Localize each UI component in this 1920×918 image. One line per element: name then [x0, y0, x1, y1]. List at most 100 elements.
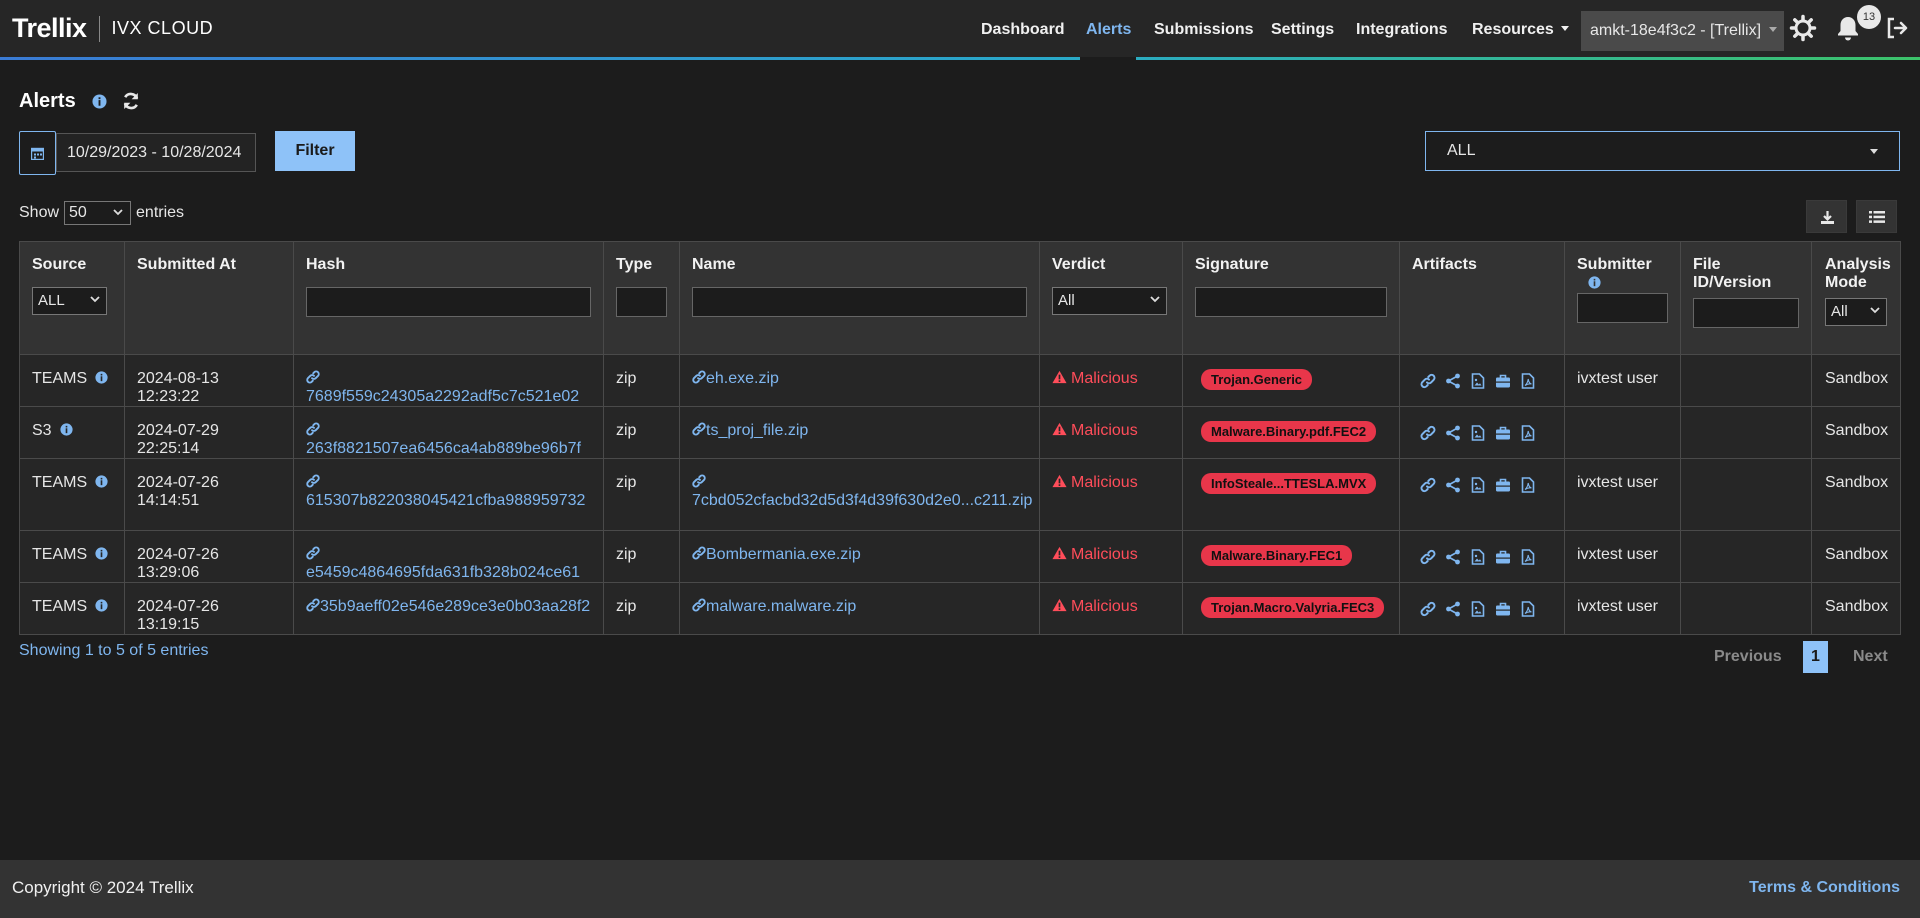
briefcase-icon[interactable]: [1495, 549, 1511, 565]
link-icon[interactable]: [1420, 477, 1436, 493]
share-icon[interactable]: [1445, 549, 1461, 565]
share-icon[interactable]: [1445, 425, 1461, 441]
signature-badge[interactable]: Malware.Binary.FEC1: [1201, 545, 1353, 566]
nav-alerts[interactable]: Alerts: [1086, 0, 1131, 57]
table-row[interactable]: TEAMS 2024-07-26 14:14:51 615307b822038045…: [19, 458, 1901, 531]
next-page-button[interactable]: Next: [1853, 648, 1888, 666]
briefcase-icon[interactable]: [1495, 425, 1511, 441]
share-icon[interactable]: [1445, 373, 1461, 389]
previous-page-button[interactable]: Previous: [1714, 648, 1782, 666]
analysis-mode-value: Sandbox: [1825, 422, 1889, 439]
hash-link[interactable]: e5459c4864695fda631fb328b024ce61: [306, 546, 580, 581]
nav-submissions[interactable]: Submissions: [1154, 0, 1254, 57]
name-link[interactable]: malware.malware.zip: [692, 598, 856, 615]
hash-link[interactable]: 35b9aeff02e546e289ce3e0b03aa28f2: [306, 598, 590, 615]
source-filter-select[interactable]: ALL: [32, 287, 107, 315]
terms-link[interactable]: Terms & Conditions: [1749, 879, 1900, 897]
type-filter-input[interactable]: [616, 287, 667, 317]
info-icon[interactable]: [95, 371, 108, 384]
info-icon[interactable]: [92, 94, 107, 109]
cell-file-id: [1680, 458, 1812, 531]
date-range-input[interactable]: [56, 133, 256, 172]
info-icon[interactable]: [59, 423, 73, 436]
pdf-file-icon[interactable]: [1520, 477, 1536, 493]
file-id-filter-input[interactable]: [1693, 298, 1799, 328]
submitted-at-value: 2024-08-13 12:23:22: [137, 370, 219, 405]
column-toggle-button[interactable]: [1856, 200, 1897, 233]
share-icon[interactable]: [1445, 601, 1461, 617]
col-signature: Signature: [1182, 241, 1400, 355]
cell-hash: 615307b822038045421cfba988959732: [293, 458, 604, 531]
download-button[interactable]: [1806, 200, 1847, 233]
entries-select[interactable]: 50: [64, 201, 132, 225]
info-icon[interactable]: [1588, 276, 1601, 289]
name-link[interactable]: ts_proj_file.zip: [692, 422, 808, 439]
signature-badge[interactable]: Trojan.Generic: [1201, 369, 1313, 390]
image-file-icon[interactable]: [1470, 477, 1486, 493]
briefcase-icon[interactable]: [1495, 477, 1511, 493]
link-icon: [692, 546, 706, 560]
app-logo[interactable]: Trellix IVX CLOUD: [12, 13, 213, 44]
name-link[interactable]: 7cbd052cfacbd32d5d3f4d39f630d2e0...c211.…: [692, 474, 1032, 509]
nav-resources[interactable]: Resources: [1472, 0, 1569, 57]
scope-select[interactable]: ALL: [1425, 131, 1900, 171]
hash-filter-input[interactable]: [306, 287, 591, 317]
link-icon[interactable]: [1420, 425, 1436, 441]
name-link[interactable]: eh.exe.zip: [692, 370, 779, 387]
submitter-filter-input[interactable]: [1577, 293, 1668, 323]
share-icon[interactable]: [1445, 477, 1461, 493]
table-row[interactable]: TEAMS 2024-08-13 12:23:22 7689f559c24305a2…: [19, 354, 1901, 407]
page-1-button[interactable]: 1: [1803, 641, 1828, 673]
nav-dashboard[interactable]: Dashboard: [981, 0, 1065, 57]
info-icon[interactable]: [95, 475, 108, 488]
signature-badge[interactable]: Trojan.Macro.Valyria.FEC3: [1201, 597, 1385, 618]
warning-icon: [1052, 422, 1067, 436]
table-row[interactable]: TEAMS 2024-07-26 13:19:15 35b9aeff02e546e2…: [19, 582, 1901, 635]
image-file-icon[interactable]: [1470, 373, 1486, 389]
hash-link[interactable]: 263f8821507ea6456ca4ab889be96b7f: [306, 422, 581, 457]
signature-badge[interactable]: Malware.Binary.pdf.FEC2: [1201, 421, 1377, 442]
col-submitter: Submitter: [1564, 241, 1681, 355]
pdf-file-icon[interactable]: [1520, 373, 1536, 389]
briefcase-icon[interactable]: [1495, 601, 1511, 617]
filter-button[interactable]: Filter: [275, 131, 355, 171]
table-row[interactable]: TEAMS 2024-07-26 13:29:06 e5459c4864695fda…: [19, 530, 1901, 583]
image-file-icon[interactable]: [1470, 425, 1486, 441]
name-link[interactable]: Bombermania.exe.zip: [692, 546, 861, 563]
verdict-filter-select[interactable]: All: [1052, 287, 1167, 315]
nav-integrations[interactable]: Integrations: [1356, 0, 1448, 57]
signature-badge[interactable]: InfoSteale...TTESLA.MVX: [1201, 473, 1377, 494]
source-value: TEAMS: [32, 546, 88, 563]
cell-analysis-mode: Sandbox: [1811, 406, 1901, 459]
analysis-mode-filter-select[interactable]: All: [1825, 298, 1887, 326]
pdf-file-icon[interactable]: [1520, 601, 1536, 617]
col-verdict-label: Verdict: [1052, 256, 1106, 273]
link-icon[interactable]: [1420, 549, 1436, 565]
image-file-icon[interactable]: [1470, 549, 1486, 565]
info-icon[interactable]: [95, 547, 108, 560]
col-submitted-at[interactable]: Submitted At: [124, 241, 294, 355]
info-icon[interactable]: [95, 599, 108, 612]
gear-icon[interactable]: [1789, 14, 1817, 42]
col-source-label: Source: [32, 256, 87, 273]
briefcase-icon[interactable]: [1495, 373, 1511, 389]
calendar-button[interactable]: [19, 131, 56, 175]
nav-settings[interactable]: Settings: [1271, 0, 1334, 57]
signature-filter-input[interactable]: [1195, 287, 1387, 317]
alerts-table: Source ALL Submitted At Hash Type Name V: [19, 241, 1901, 635]
link-icon[interactable]: [1420, 373, 1436, 389]
logout-icon[interactable]: [1885, 14, 1909, 42]
image-file-icon[interactable]: [1470, 601, 1486, 617]
table-row[interactable]: S3 2024-07-29 22:25:14 263f8821507ea6456ca…: [19, 406, 1901, 459]
hash-link[interactable]: 7689f559c24305a2292adf5c7c521e02: [306, 370, 579, 405]
hash-link[interactable]: 615307b822038045421cfba988959732: [306, 474, 585, 509]
link-icon[interactable]: [1420, 601, 1436, 617]
refresh-icon[interactable]: [121, 91, 141, 111]
name-value: ts_proj_file.zip: [706, 422, 809, 439]
col-file-id: File ID/Version: [1680, 241, 1812, 355]
tenant-selector[interactable]: amkt-18e4f3c2 - [Trellix]: [1581, 11, 1784, 51]
pdf-file-icon[interactable]: [1520, 549, 1536, 565]
top-navbar: Trellix IVX CLOUD Dashboard Alerts Submi…: [0, 0, 1920, 60]
name-filter-input[interactable]: [692, 287, 1027, 317]
pdf-file-icon[interactable]: [1520, 425, 1536, 441]
